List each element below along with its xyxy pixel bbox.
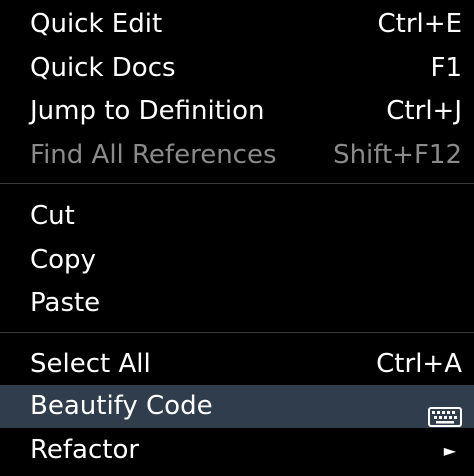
menu-item-shortcut: Shift+F12	[333, 140, 462, 170]
menu-item-shortcut: Ctrl+J	[386, 96, 462, 126]
menu-item-label: Copy	[30, 245, 96, 275]
menu-item-quick-edit[interactable]: Quick Edit Ctrl+E	[0, 3, 474, 46]
menu-item-paste[interactable]: Paste	[0, 282, 474, 325]
menu-divider	[0, 332, 474, 333]
menu-item-label: Paste	[30, 288, 101, 318]
menu-item-cut[interactable]: Cut	[0, 195, 474, 238]
menu-item-label: Cut	[30, 201, 75, 231]
menu-item-label: Refactor	[30, 435, 140, 465]
menu-item-shortcut: Ctrl+A	[376, 349, 462, 379]
menu-divider	[0, 183, 474, 184]
context-menu: Quick Edit Ctrl+E Quick Docs F1 Jump to …	[0, 0, 474, 476]
menu-item-label: Select All	[30, 349, 151, 379]
menu-item-refactor[interactable]: Refactor ►	[0, 429, 474, 472]
menu-item-quick-docs[interactable]: Quick Docs F1	[0, 47, 474, 90]
keyboard-icon	[428, 398, 462, 427]
menu-item-label: Find All References	[30, 140, 277, 170]
menu-item-shortcut: Ctrl+E	[377, 9, 462, 39]
menu-item-select-all[interactable]: Select All Ctrl+A	[0, 343, 474, 386]
menu-item-jump-to-definition[interactable]: Jump to Definition Ctrl+J	[0, 90, 474, 133]
menu-item-beautify-code[interactable]: Beautify Code	[0, 385, 474, 428]
menu-item-label: Beautify Code	[30, 391, 213, 421]
menu-item-shortcut: F1	[430, 53, 463, 83]
menu-item-find-all-references: Find All References Shift+F12	[0, 134, 474, 177]
menu-item-copy[interactable]: Copy	[0, 239, 474, 282]
menu-item-label: Quick Edit	[30, 9, 163, 39]
menu-item-label: Quick Docs	[30, 53, 176, 83]
menu-item-label: Jump to Definition	[30, 96, 265, 126]
submenu-arrow-icon: ►	[443, 441, 456, 460]
